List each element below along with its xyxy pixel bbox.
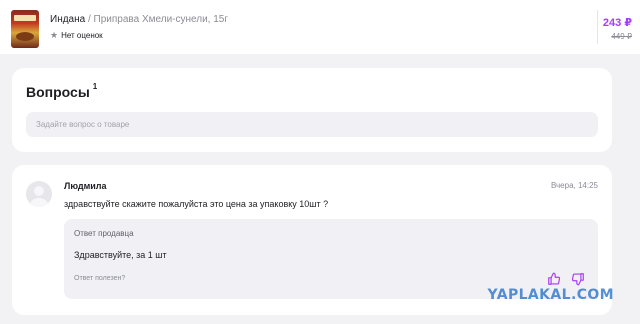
header-divider	[597, 10, 598, 44]
thumbnail-spice-pile	[16, 32, 34, 41]
product-rating: ★ Нет оценок	[50, 30, 103, 41]
avatar-body	[30, 198, 48, 207]
questions-title: Вопросы 1	[26, 82, 98, 100]
avatar	[26, 181, 52, 207]
avatar-head	[34, 186, 44, 196]
thumbs-up-icon	[548, 272, 561, 285]
questions-title-text: Вопросы	[26, 84, 90, 100]
product-brand-link[interactable]: Индана	[50, 14, 85, 25]
product-thumbnail[interactable]	[11, 10, 39, 48]
question-date: Вчера, 14:25	[550, 181, 598, 190]
title-separator: /	[85, 14, 94, 25]
product-title: Индана / Приправа Хмели-сунели, 15г	[50, 14, 228, 25]
helpful-prompt: Ответ полезен?	[74, 275, 126, 282]
star-icon: ★	[50, 30, 59, 40]
ask-question-input[interactable]	[26, 112, 598, 137]
questions-card: Вопросы 1	[12, 68, 612, 152]
thumbs-down-icon	[571, 273, 584, 286]
seller-answer-text: Здравствуйте, за 1 шт	[74, 250, 167, 260]
product-header: Индана / Приправа Хмели-сунели, 15г ★ Не…	[0, 0, 640, 54]
question-text: здравствуйте скажите пожалуйста это цена…	[64, 199, 329, 209]
questions-count: 1	[92, 82, 98, 92]
product-name: Приправа Хмели-сунели, 15г	[93, 14, 228, 25]
price-old: 449 ₽	[611, 32, 632, 41]
question-author: Людмила	[64, 181, 107, 191]
thumbs-up-button[interactable]	[544, 270, 564, 288]
thumbnail-label-band	[14, 15, 36, 21]
seller-answer-label: Ответ продавца	[74, 229, 134, 238]
thumbs-down-button[interactable]	[568, 270, 588, 288]
watermark: YAPLAKAL.COM	[487, 287, 614, 303]
price-current: 243 ₽	[602, 17, 632, 29]
rating-text: Нет оценок	[61, 31, 103, 40]
